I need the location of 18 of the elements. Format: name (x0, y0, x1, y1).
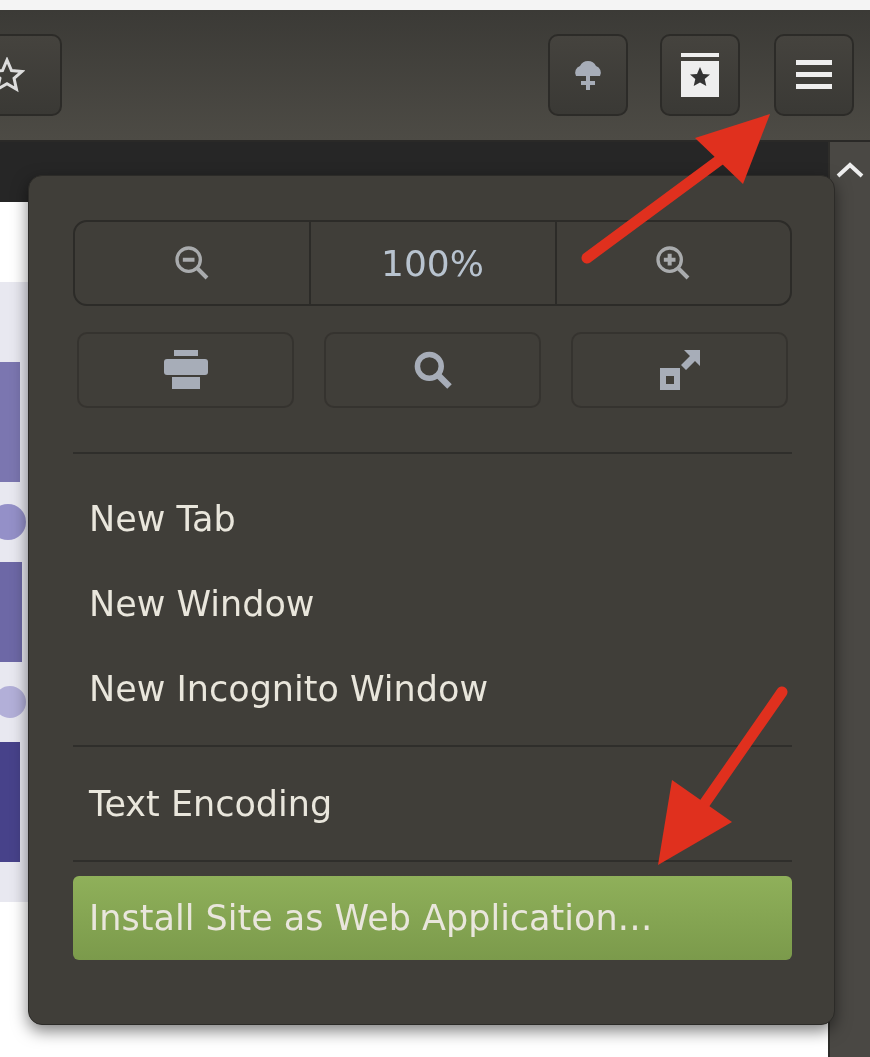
bookmarks-button[interactable] (660, 34, 740, 116)
zoom-in-button[interactable] (554, 220, 792, 306)
menu-icon (796, 60, 832, 90)
fullscreen-button[interactable] (571, 332, 788, 408)
zoom-level: 100% (381, 242, 484, 284)
find-button[interactable] (324, 332, 541, 408)
menu-item[interactable]: Text Encoding (73, 761, 792, 846)
menu-button[interactable] (774, 34, 854, 116)
bookmark-star-button[interactable] (0, 34, 62, 116)
menu-item[interactable]: New Incognito Window (73, 646, 792, 731)
print-button[interactable] (77, 332, 294, 408)
download-button[interactable] (548, 34, 628, 116)
caret-up-icon (836, 162, 864, 178)
menu-item[interactable]: New Window (73, 561, 792, 646)
printer-icon (163, 350, 208, 390)
menu-item[interactable]: New Tab (73, 476, 792, 561)
bookmark-star-icon (681, 53, 719, 97)
window-arrow-icon (657, 348, 702, 392)
